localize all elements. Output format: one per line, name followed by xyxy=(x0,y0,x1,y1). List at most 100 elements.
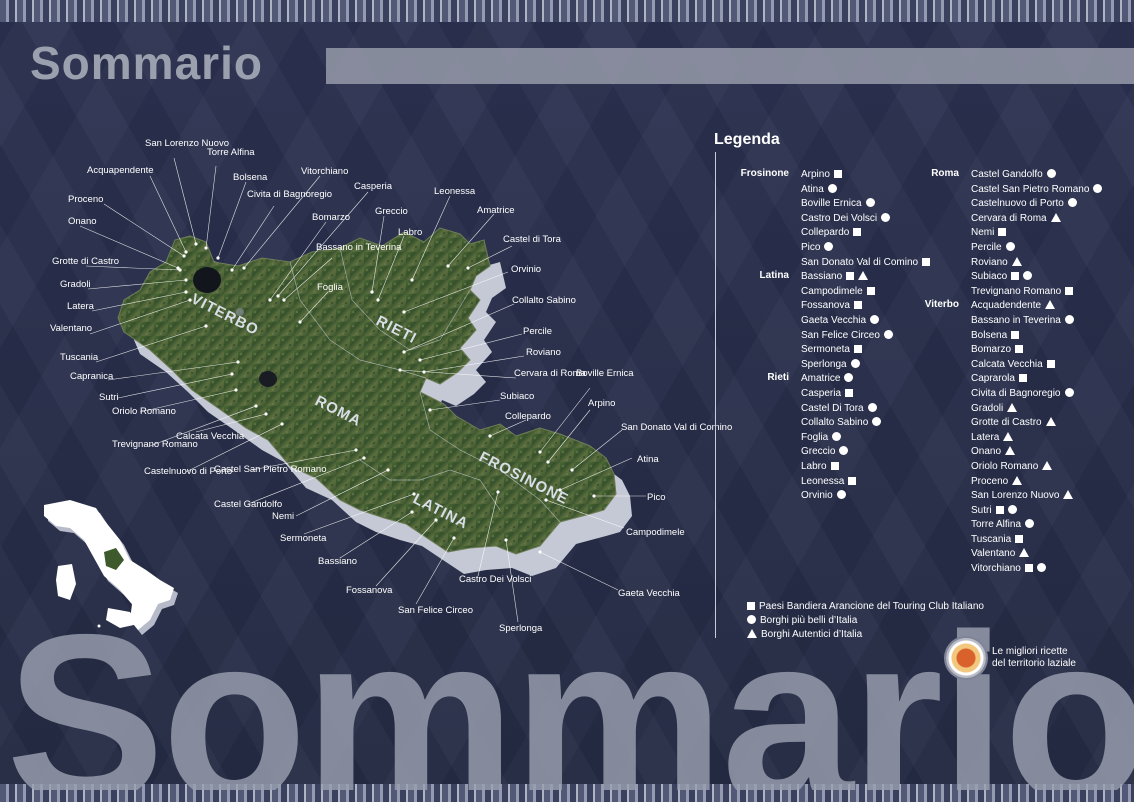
legend-item: Gaeta Vecchia xyxy=(801,314,893,329)
legend-item: Caprarola xyxy=(971,372,1074,387)
map-label-collalto-sabino: Collalto Sabino xyxy=(512,295,576,306)
legend-province-rieti: Rieti xyxy=(767,372,789,384)
map-label-bomarzo: Bomarzo xyxy=(312,212,350,223)
map-label-grotte-di-castro: Grotte di Castro xyxy=(52,256,119,267)
legend-item: Sperlonga xyxy=(801,358,893,373)
circle-icon xyxy=(827,183,837,193)
circle-icon xyxy=(850,358,860,368)
legend-item: Calcata Vecchia xyxy=(971,358,1074,373)
legend-item: Sermoneta xyxy=(801,343,893,358)
legend-list-rieti: Amatrice Casperia Castel Di Tora Collalto S… xyxy=(801,372,882,504)
map-label-onano: Onano xyxy=(68,216,97,227)
map-label-tuscania: Tuscania xyxy=(60,352,99,363)
triangle-icon xyxy=(1042,460,1053,470)
key-item-borghi-autentici: Borghi Autentici d’Italia xyxy=(747,628,984,642)
triangle-icon xyxy=(1012,475,1023,485)
triangle-icon xyxy=(1045,417,1056,427)
circle-icon xyxy=(1036,563,1046,573)
italy-inset-map xyxy=(44,500,178,635)
legend-item: Bassiano xyxy=(801,270,893,285)
legend-item: Orvinio xyxy=(801,489,881,504)
legend-item: Nemi xyxy=(971,226,1102,241)
map-label-fossanova: Fossanova xyxy=(346,585,393,596)
map-label-capranica: Capranica xyxy=(70,371,114,382)
map-label-foglia: Foglia xyxy=(317,282,344,293)
legend-item: Latera xyxy=(971,431,1074,446)
recipe-note-line1: Le migliori ricette xyxy=(992,646,1068,657)
key-item-borghi-belli: Borghi più belli d’Italia xyxy=(747,614,984,628)
square-icon xyxy=(1011,330,1020,339)
legend-item: Castel Gandolfo xyxy=(971,168,1102,183)
legend-item: Percile xyxy=(971,241,1102,256)
legend-item: Campodimele xyxy=(801,285,893,300)
legend-list-roma: Castel Gandolfo Castel San Pietro Romano C… xyxy=(971,168,1103,299)
legend-title: Legenda xyxy=(714,131,780,148)
circle-icon xyxy=(1023,271,1033,281)
triangle-icon xyxy=(1045,300,1056,310)
square-icon xyxy=(998,228,1007,237)
map-label-torre-alfina: Torre Alfina xyxy=(207,147,255,158)
circle-icon xyxy=(1005,241,1015,251)
circle-icon xyxy=(824,241,834,251)
map-label-labro: Labro xyxy=(398,227,422,238)
square-icon xyxy=(830,461,839,470)
map-label-gaeta-vecchia: Gaeta Vecchia xyxy=(618,588,681,599)
legend-item: Subiaco xyxy=(971,270,1102,285)
legend-item: Valentano xyxy=(971,547,1074,562)
legend-item: Casperia xyxy=(801,387,881,402)
square-icon xyxy=(1046,359,1055,368)
square-icon xyxy=(853,228,862,237)
legend-item: Torre Alfina xyxy=(971,518,1074,533)
legend-item: Roviano xyxy=(971,256,1102,271)
legend-item: Leonessa xyxy=(801,475,881,490)
legend-item: Civita di Bagnoregio xyxy=(971,387,1074,402)
legend-item: Boville Ernica xyxy=(801,197,930,212)
circle-icon xyxy=(836,490,846,500)
circle-icon xyxy=(832,431,842,441)
map-label-castel-di-tora: Castel di Tora xyxy=(503,234,562,245)
legend-item: Collepardo xyxy=(801,226,930,241)
circle-icon xyxy=(747,615,756,624)
circle-icon xyxy=(1007,504,1017,514)
lazio-region-shape xyxy=(117,227,617,555)
square-icon xyxy=(995,505,1004,514)
square-icon xyxy=(1015,534,1024,543)
map-label-calcata-vecchia: Calcata Vecchia xyxy=(176,431,245,442)
map-label-bassano-in-teverina: Bassano in Teverina xyxy=(316,242,402,253)
square-icon xyxy=(853,301,862,310)
legend-item: Foglia xyxy=(801,431,881,446)
map-label-gradoli: Gradoli xyxy=(60,279,91,290)
recipe-plate-icon xyxy=(946,638,986,678)
square-icon xyxy=(1065,286,1074,295)
triangle-icon xyxy=(1007,402,1018,412)
legend-item: Amatrice xyxy=(801,372,881,387)
map-label-san-felice-circeo: San Felice Circeo xyxy=(398,605,473,616)
map-label-bolsena: Bolsena xyxy=(233,172,268,183)
legend-list-frosinone: Arpino Atina Boville Ernica Castro Dei Vols… xyxy=(801,168,931,270)
square-icon xyxy=(853,345,862,354)
square-icon xyxy=(1024,564,1033,573)
legend-item: Castel San Pietro Romano xyxy=(971,183,1103,198)
legend-list-latina: Bassiano Campodimele Fossanova Gaeta Vecchi… xyxy=(801,270,893,372)
legend-item: Bolsena xyxy=(971,329,1074,344)
legend-item: San Lorenzo Nuovo xyxy=(971,489,1074,504)
legend-item: Tuscania xyxy=(971,533,1074,548)
triangle-icon xyxy=(1003,431,1014,441)
map-label-pico: Pico xyxy=(647,492,665,503)
map-label-valentano: Valentano xyxy=(50,323,92,334)
legend-item: Acquadendente xyxy=(971,299,1074,314)
legend-item: Greccio xyxy=(801,445,881,460)
lake-vico xyxy=(259,371,277,387)
square-icon xyxy=(922,257,931,266)
map-label-sermoneta: Sermoneta xyxy=(280,533,327,544)
legend-divider xyxy=(715,152,716,638)
map-label-sutri: Sutri xyxy=(99,392,119,403)
circle-icon xyxy=(865,198,875,208)
legend-item: Castro Dei Volsci xyxy=(801,212,930,227)
map-label-arpino: Arpino xyxy=(588,398,615,409)
map-label-vitorchiano: Vitorchiano xyxy=(301,166,348,177)
circle-icon xyxy=(867,402,877,412)
map-label-atina: Atina xyxy=(637,454,659,465)
triangle-icon xyxy=(1050,212,1061,222)
legend-item: Castelnuovo di Porto xyxy=(971,197,1102,212)
